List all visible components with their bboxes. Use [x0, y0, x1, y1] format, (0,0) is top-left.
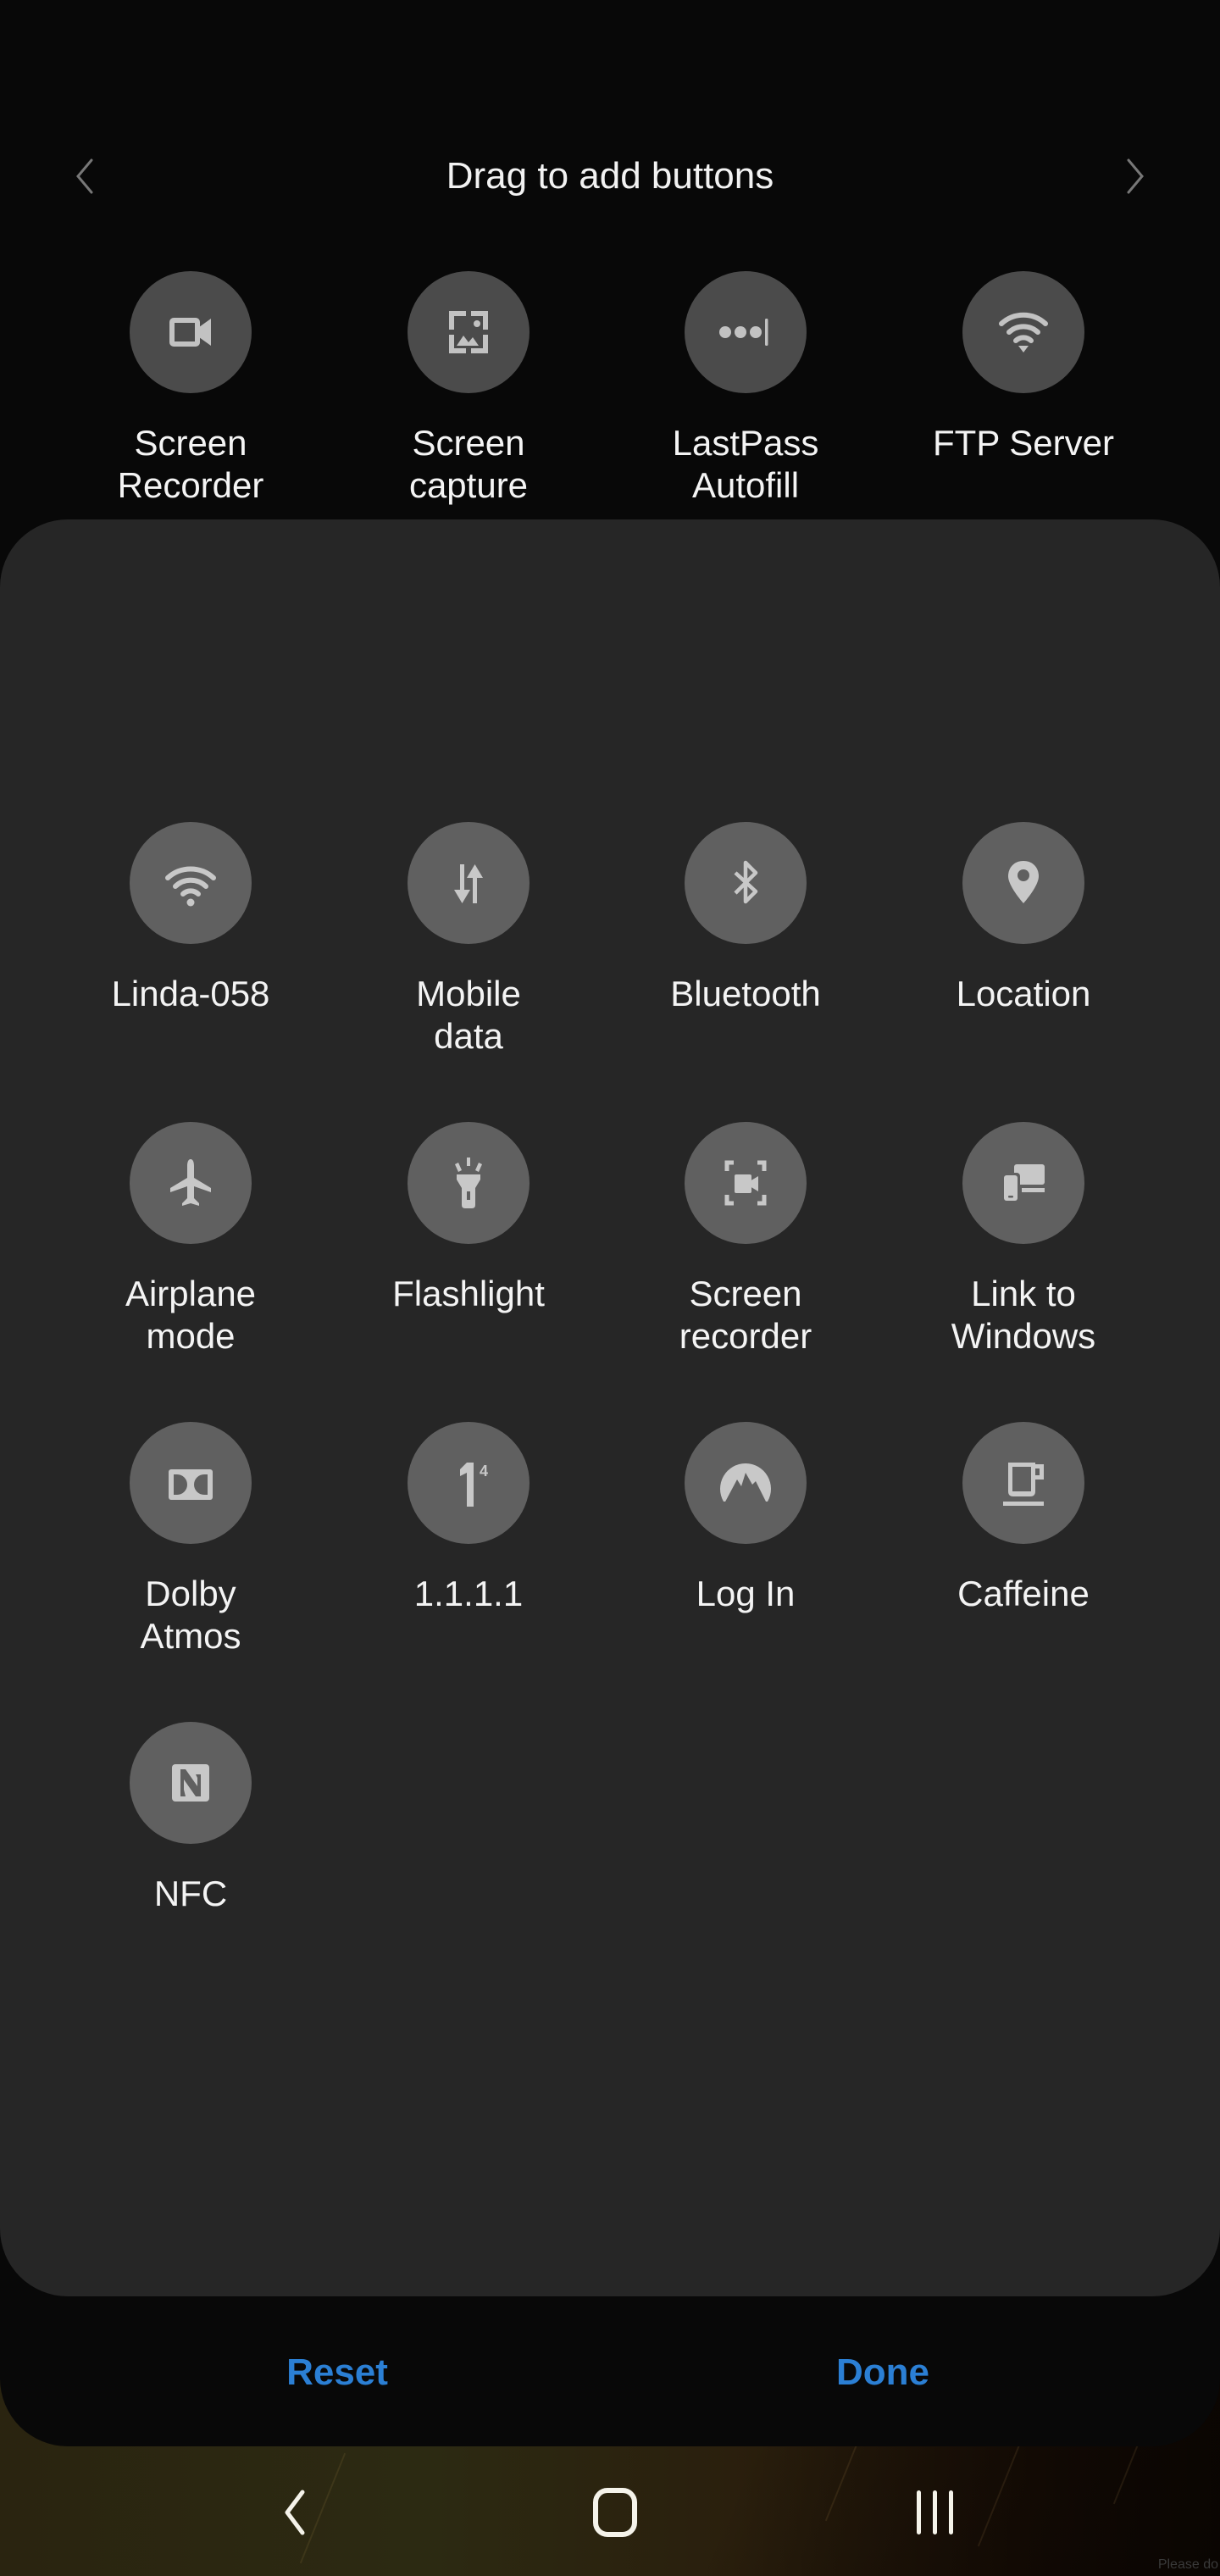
active-button-wifi[interactable]: Linda-058 — [64, 822, 318, 1015]
tile-label: Mobile data — [416, 974, 521, 1056]
tile-circle — [408, 271, 530, 393]
tile-circle — [130, 822, 252, 944]
screen-recorder-icon — [724, 1160, 767, 1206]
active-button-log-in[interactable]: Log In — [618, 1422, 873, 1615]
tile-label: Link to Windows — [951, 1274, 1096, 1356]
nav-home-button[interactable] — [573, 2479, 657, 2546]
video-camera-icon — [169, 318, 211, 347]
tile-label: NFC — [153, 1874, 228, 1913]
page-title: Drag to add buttons — [446, 155, 774, 197]
recents-icon — [917, 2490, 953, 2534]
tile-label: Dolby Atmos — [140, 1574, 241, 1656]
wifi-icon — [999, 312, 1048, 353]
tile-label: FTP Server — [933, 423, 1114, 463]
tile-label: Screen Recorder — [117, 423, 264, 505]
svg-text:4: 4 — [480, 1463, 488, 1480]
available-button-screen-recorder[interactable]: Screen Recorder — [64, 271, 318, 507]
chevron-right-icon — [1127, 158, 1144, 194]
airplane-icon — [170, 1159, 211, 1206]
tile-label: Airplane mode — [125, 1274, 257, 1356]
active-button-screen-recorder[interactable]: Screen recorder — [618, 1122, 873, 1357]
active-button-location[interactable]: Location — [896, 822, 1151, 1015]
tile-label: Caffeine — [957, 1574, 1090, 1613]
tile-circle — [685, 1122, 807, 1244]
tile-circle — [685, 271, 807, 393]
wallpaper-streak — [977, 2435, 1024, 2547]
tile-circle — [962, 822, 1084, 944]
tile-label: 1.1.1.1 — [413, 1574, 524, 1613]
active-button-dolby-atmos[interactable]: Dolby Atmos — [64, 1422, 318, 1657]
nfc-icon — [172, 1764, 209, 1802]
password-dots-icon — [719, 319, 768, 346]
reset-button[interactable]: Reset — [210, 2347, 464, 2398]
tile-label: Bluetooth — [670, 974, 821, 1013]
tile-circle — [130, 1122, 252, 1244]
tile-circle — [130, 271, 252, 393]
tile-circle — [408, 822, 530, 944]
active-button-nfc[interactable]: NFC — [64, 1722, 318, 1915]
available-button-ftp-server[interactable]: FTP Server — [896, 271, 1151, 464]
tile-label: Flashlight — [392, 1274, 545, 1313]
tile-circle — [962, 1422, 1084, 1544]
back-icon — [285, 2490, 305, 2535]
tile-label: Location — [956, 974, 1091, 1013]
coffee-cup-icon — [1003, 1463, 1044, 1506]
nav-recents-button[interactable] — [893, 2479, 978, 2546]
home-icon — [593, 2488, 637, 2537]
active-button-flashlight[interactable]: Flashlight — [341, 1122, 596, 1315]
active-button-airplane-mode[interactable]: Airplane mode — [64, 1122, 318, 1357]
tile-circle: 4 — [408, 1422, 530, 1544]
location-pin-icon — [1008, 861, 1039, 903]
nav-back-button[interactable] — [252, 2479, 337, 2546]
tile-label: Screen capture — [408, 423, 529, 505]
tile-label: Log In — [696, 1574, 796, 1613]
active-buttons-sheet — [0, 519, 1220, 2296]
tile-label: Screen recorder — [679, 1274, 812, 1356]
flashlight-icon — [455, 1158, 482, 1208]
bluetooth-icon — [734, 860, 758, 904]
tile-circle — [408, 1122, 530, 1244]
watermark-text: Please do — [1157, 2557, 1218, 2572]
link-to-windows-icon — [1001, 1164, 1045, 1203]
tile-circle — [962, 271, 1084, 393]
data-arrows-icon — [454, 864, 483, 903]
one-one-one-one-icon: 4 — [460, 1463, 488, 1507]
tile-circle — [130, 1422, 252, 1544]
active-button-caffeine[interactable]: Caffeine — [896, 1422, 1151, 1615]
active-button-link-to-windows[interactable]: Link to Windows — [896, 1122, 1151, 1357]
active-button-1111[interactable]: 4 1.1.1.1 — [341, 1422, 596, 1615]
tile-circle — [130, 1722, 252, 1844]
available-button-screen-capture[interactable]: Screen capture — [341, 271, 596, 507]
tile-label: Linda-058 — [111, 974, 270, 1013]
screenshot-icon — [449, 311, 488, 353]
wifi-icon — [165, 866, 216, 907]
dolby-icon — [169, 1469, 213, 1500]
tile-label: LastPass Autofill — [672, 423, 819, 505]
tile-circle — [685, 1422, 807, 1544]
active-button-bluetooth[interactable]: Bluetooth — [618, 822, 873, 1015]
active-button-mobile-data[interactable]: Mobile data — [341, 822, 596, 1058]
tile-circle — [685, 822, 807, 944]
tile-circle — [962, 1122, 1084, 1244]
next-page-button[interactable] — [1118, 154, 1152, 198]
available-button-lastpass-autofill[interactable]: LastPass Autofill — [618, 271, 873, 507]
nordvpn-mountain-icon — [720, 1463, 771, 1505]
done-button[interactable]: Done — [756, 2347, 1010, 2398]
